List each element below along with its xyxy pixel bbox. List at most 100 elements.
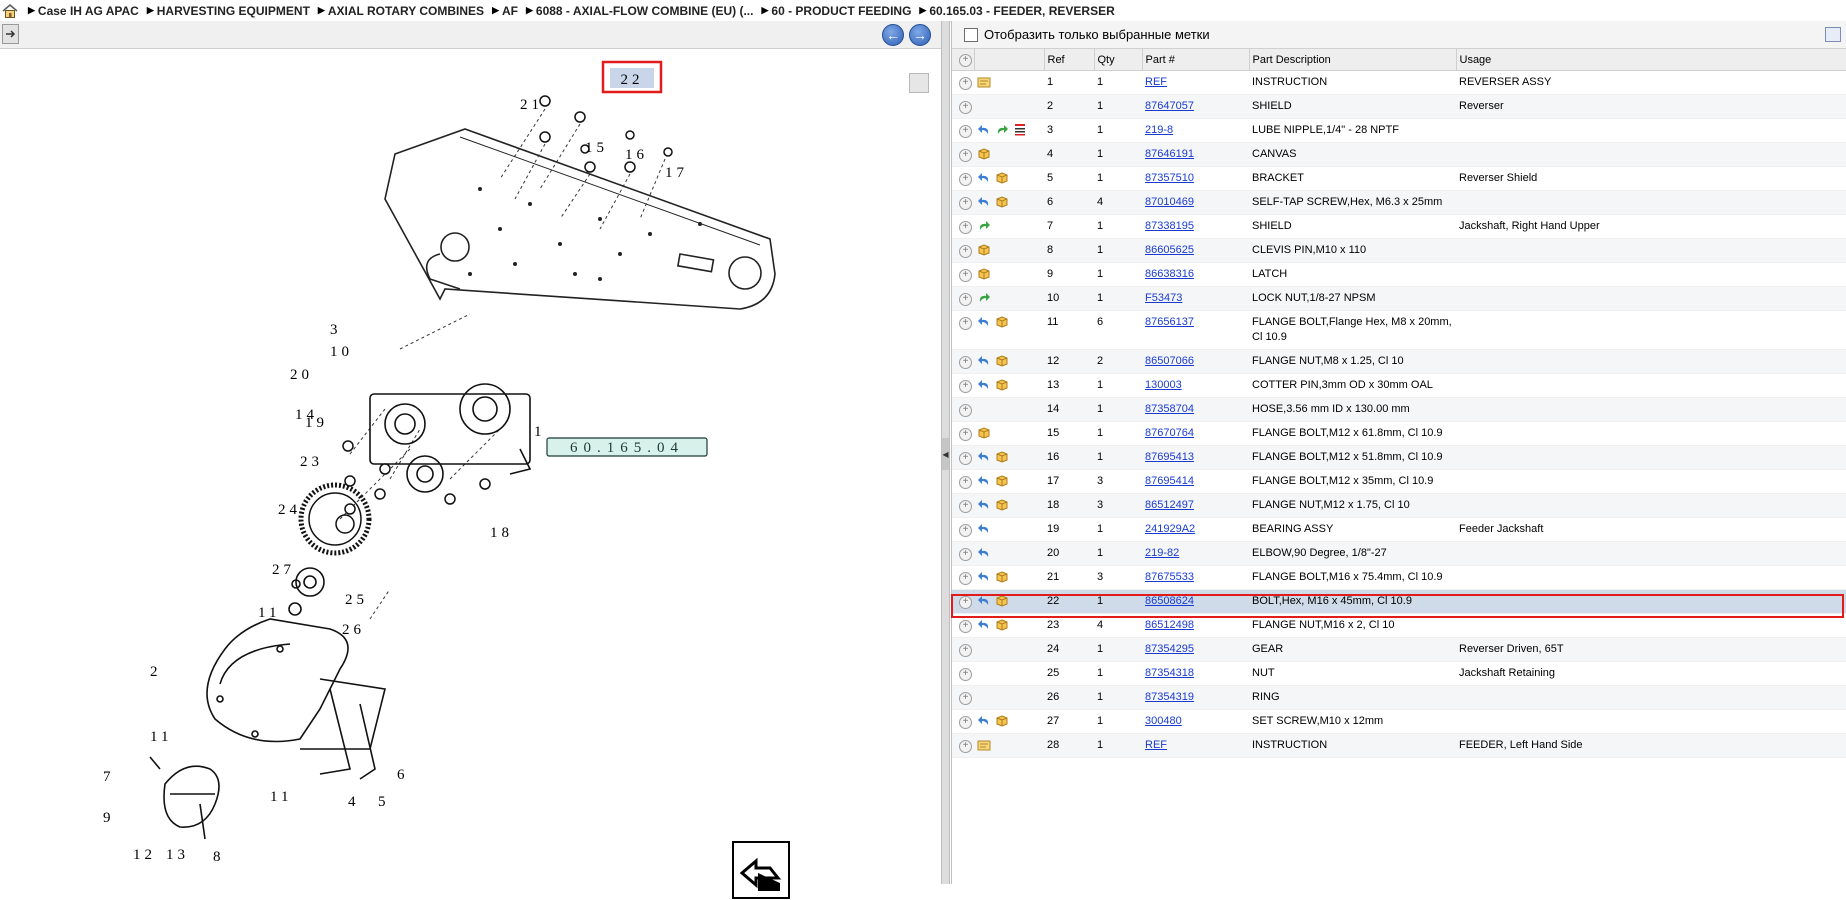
part-number-link[interactable]: 219-82 xyxy=(1145,547,1179,559)
highlighted-callout-label[interactable]: 22 xyxy=(621,72,644,88)
box-icon[interactable] xyxy=(977,243,991,257)
table-row[interactable]: +26 1 87354319 RING xyxy=(952,685,1846,710)
callout-label[interactable]: 24 xyxy=(278,502,301,518)
callout-label[interactable]: 27 xyxy=(272,562,295,578)
callout-label[interactable]: 6 xyxy=(397,767,409,783)
breadcrumb-item[interactable]: ▶ AF xyxy=(492,4,518,18)
expand-all-header[interactable]: + xyxy=(952,49,975,71)
box-icon[interactable] xyxy=(995,378,1009,392)
panel-layout-icon[interactable] xyxy=(1825,27,1841,42)
callout-label[interactable]: 7 xyxy=(103,769,115,785)
part-number-link[interactable]: 219-8 xyxy=(1145,124,1173,136)
add-to-cart-icon[interactable]: + xyxy=(959,428,972,441)
box-icon[interactable] xyxy=(995,354,1009,368)
table-row[interactable]: +6 4 87010469 SELF-TAP SCREW,Hex, M6.3 x 25… xyxy=(952,190,1846,215)
callout-label[interactable]: 11 xyxy=(150,729,172,745)
add-to-cart-icon[interactable]: + xyxy=(959,149,972,162)
part-number-link[interactable]: 86605625 xyxy=(1145,244,1194,256)
table-row[interactable]: +19 1 241929A2 BEARING ASSY Feeder Jackshaft xyxy=(952,517,1846,542)
part-number-link[interactable]: 87354319 xyxy=(1145,691,1194,703)
add-to-cart-icon[interactable]: + xyxy=(959,245,972,258)
part-number-link[interactable]: 87338195 xyxy=(1145,220,1194,232)
table-row[interactable]: +25 1 87354318 NUT Jackshaft Retaining xyxy=(952,661,1846,686)
back-arrow-icon[interactable] xyxy=(977,123,991,137)
add-to-cart-icon[interactable]: + xyxy=(959,356,972,369)
next-page-button[interactable]: → xyxy=(909,24,931,46)
filter-checkbox[interactable] xyxy=(964,27,978,42)
forward-arrow-icon[interactable] xyxy=(977,291,991,305)
box-icon[interactable] xyxy=(977,267,991,281)
add-to-cart-icon[interactable]: + xyxy=(959,221,972,234)
breadcrumb-item[interactable]: ▶ 6088 - AXIAL-FLOW COMBINE (EU) (... xyxy=(526,4,753,18)
back-arrow-icon[interactable] xyxy=(977,618,991,632)
add-to-cart-icon[interactable]: + xyxy=(959,524,972,537)
table-row[interactable]: +17 3 87695414 FLANGE BOLT,M12 x 35mm, Cl 1… xyxy=(952,469,1846,494)
part-number-link[interactable]: REF xyxy=(1145,739,1167,751)
panel-splitter[interactable]: ◀ xyxy=(941,21,950,884)
box-icon[interactable] xyxy=(995,714,1009,728)
add-to-cart-icon[interactable]: + xyxy=(959,620,972,633)
breadcrumb-item[interactable]: ▶ 60.165.03 - FEEDER, REVERSER xyxy=(919,4,1114,18)
previous-page-button[interactable]: ← xyxy=(882,24,904,46)
back-arrow-icon[interactable] xyxy=(977,171,991,185)
back-arrow-icon[interactable] xyxy=(977,354,991,368)
add-to-cart-icon[interactable]: + xyxy=(959,500,972,513)
add-to-cart-icon[interactable]: + xyxy=(959,197,972,210)
table-row[interactable]: +10 1 F53473 LOCK NUT,1/8-27 NPSM xyxy=(952,286,1846,311)
table-row[interactable]: +23 4 86512498 FLANGE NUT,M16 x 2, Cl 10 xyxy=(952,613,1846,638)
table-row[interactable]: +3 1 219-8 LUBE NIPPLE,1/4" - 28 NPTF xyxy=(952,118,1846,143)
box-icon[interactable] xyxy=(995,570,1009,584)
add-to-cart-icon[interactable]: + xyxy=(959,101,972,114)
part-number-link[interactable]: 86512498 xyxy=(1145,619,1194,631)
box-icon[interactable] xyxy=(995,594,1009,608)
callout-label[interactable]: 23 xyxy=(300,454,323,470)
back-arrow-icon[interactable] xyxy=(977,498,991,512)
callout-label[interactable]: 11 xyxy=(258,605,280,621)
callout-label[interactable]: 18 xyxy=(490,525,513,541)
breadcrumb-item[interactable]: ▶ AXIAL ROTARY COMBINES xyxy=(318,4,484,18)
callout-label[interactable]: 8 xyxy=(213,849,225,865)
part-number-link[interactable]: 87354295 xyxy=(1145,643,1194,655)
list-icon[interactable] xyxy=(1013,123,1027,137)
table-row[interactable]: +2 1 87647057 SHIELD Reverser xyxy=(952,94,1846,119)
add-to-cart-icon[interactable]: + xyxy=(959,404,972,417)
back-arrow-icon[interactable] xyxy=(977,474,991,488)
doc-icon[interactable] xyxy=(977,75,991,89)
part-number-link[interactable]: 130003 xyxy=(1145,379,1182,391)
table-row[interactable]: +15 1 87670764 FLANGE BOLT,M12 x 61.8mm, Cl… xyxy=(952,421,1846,446)
back-arrow-icon[interactable] xyxy=(977,570,991,584)
callout-label[interactable]: 2 xyxy=(150,664,162,680)
callout-label[interactable]: 21 xyxy=(520,97,543,113)
add-to-cart-icon[interactable]: + xyxy=(959,572,972,585)
table-row[interactable]: +13 1 130003 COTTER PIN,3mm OD x 30mm OAL xyxy=(952,373,1846,398)
ref-header[interactable]: Ref xyxy=(1044,49,1095,71)
description-header[interactable]: Part Description xyxy=(1249,49,1457,71)
add-to-cart-icon[interactable]: + xyxy=(959,125,972,138)
back-arrow-icon[interactable] xyxy=(977,594,991,608)
add-to-cart-icon[interactable]: + xyxy=(959,644,972,657)
table-row[interactable]: +8 1 86605625 CLEVIS PIN,M10 x 110 xyxy=(952,238,1846,263)
exit-icon[interactable] xyxy=(2,24,19,44)
callout-label[interactable]: 12 xyxy=(133,847,156,863)
add-to-cart-icon[interactable]: + xyxy=(959,269,972,282)
box-icon[interactable] xyxy=(977,426,991,440)
callout-label[interactable]: 17 xyxy=(665,165,688,181)
breadcrumb-item[interactable]: ▶ Case IH AG APAC xyxy=(28,4,139,18)
table-row[interactable]: +18 3 86512497 FLANGE NUT,M12 x 1.75, Cl 10 xyxy=(952,493,1846,518)
part-number-link[interactable]: 87675533 xyxy=(1145,571,1194,583)
table-row[interactable]: +24 1 87354295 GEAR Reverser Driven, 65T xyxy=(952,637,1846,662)
breadcrumb-item[interactable]: ▶ 60 - PRODUCT FEEDING xyxy=(761,4,911,18)
part-number-link[interactable]: 87354318 xyxy=(1145,667,1194,679)
add-to-cart-icon[interactable]: + xyxy=(959,596,972,609)
box-icon[interactable] xyxy=(995,474,1009,488)
table-row[interactable]: +7 1 87338195 SHIELD Jackshaft, Right Hand U… xyxy=(952,214,1846,239)
add-to-cart-icon[interactable]: + xyxy=(959,692,972,705)
back-arrow-icon[interactable] xyxy=(977,195,991,209)
add-to-cart-icon[interactable]: + xyxy=(959,317,972,330)
callout-label[interactable]: 26 xyxy=(342,622,365,638)
callout-label[interactable]: 9 xyxy=(103,810,115,826)
doc-icon[interactable] xyxy=(977,738,991,752)
part-number-link[interactable]: 87357510 xyxy=(1145,172,1194,184)
usage-header[interactable]: Usage xyxy=(1456,49,1846,71)
table-row[interactable]: +12 2 86507066 FLANGE NUT,M8 x 1.25, Cl 10 xyxy=(952,349,1846,374)
